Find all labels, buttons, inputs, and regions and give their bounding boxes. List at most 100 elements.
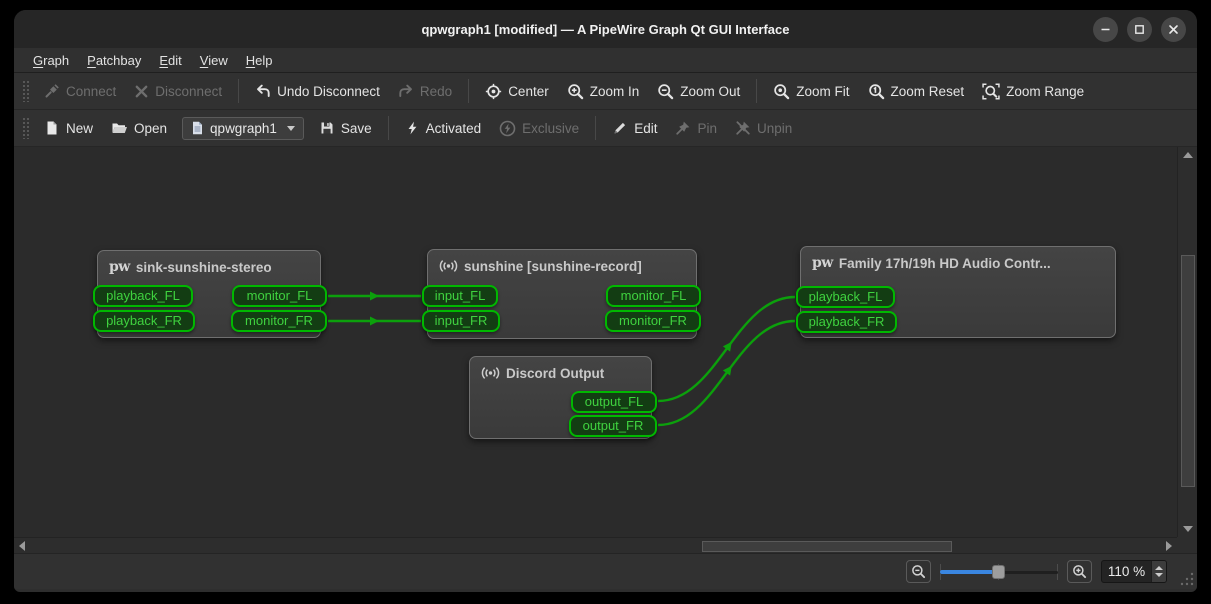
app-window: qpwgraph1 [modified] — A PipeWire Graph … [14, 10, 1197, 592]
port-input-fr[interactable]: input_FR [422, 310, 500, 332]
zoom-out-button[interactable]: Zoom Out [648, 79, 749, 104]
zoom-slider[interactable] [940, 562, 1058, 582]
menu-edit[interactable]: Edit [150, 51, 190, 70]
minimize-icon [1101, 28, 1110, 30]
toolbar-separator [387, 116, 389, 140]
unpin-icon [736, 121, 750, 135]
toolbar-drag-handle[interactable] [22, 117, 29, 139]
port-output-fl[interactable]: output_FL [571, 391, 657, 413]
pin-label: Pin [697, 120, 717, 136]
node-header: pw sink-sunshine-stereo [98, 251, 320, 275]
menu-help[interactable]: Help [237, 51, 282, 70]
close-button[interactable] [1161, 16, 1186, 42]
exclusive-label: Exclusive [522, 120, 580, 136]
save-label: Save [340, 120, 372, 136]
maximize-button[interactable] [1127, 16, 1152, 42]
node-header: sunshine [sunshine-record] [428, 250, 696, 274]
port-input-fl[interactable]: input_FL [422, 285, 498, 307]
zoom-spinbox[interactable]: 110 % [1101, 560, 1167, 583]
port-monitor-fl[interactable]: monitor_FL [606, 285, 701, 307]
activated-bolt-icon [408, 121, 417, 135]
node-header: pw Family 17h/19h HD Audio Contr... [801, 247, 1115, 271]
resize-grip[interactable] [1180, 572, 1194, 586]
node-sunshine[interactable]: sunshine [sunshine-record] input_FL inpu… [422, 249, 701, 339]
edit-pencil-icon [614, 122, 626, 134]
undo-button[interactable]: Undo Disconnect [246, 79, 389, 103]
port-monitor-fl[interactable]: monitor_FL [232, 285, 327, 307]
scroll-left-button[interactable] [14, 538, 30, 553]
zoom-reset-button[interactable]: Zoom Reset [859, 79, 974, 104]
status-zoom-in-button[interactable] [1067, 560, 1092, 583]
spinbox-arrows[interactable] [1151, 561, 1166, 582]
menu-bar: Graph Patchbay Edit View Help [14, 48, 1197, 73]
exclusive-button[interactable]: Exclusive [490, 116, 588, 141]
undo-label: Undo Disconnect [277, 83, 380, 99]
graph-viewport[interactable]: pw sink-sunshine-stereo playback_FL play… [14, 147, 1177, 537]
node-sink-sunshine-stereo[interactable]: pw sink-sunshine-stereo playback_FL play… [93, 250, 327, 338]
zoom-value: 110 % [1107, 564, 1146, 579]
vertical-scrollbar[interactable] [1177, 147, 1197, 537]
node-title: sunshine [sunshine-record] [464, 258, 642, 274]
node-title: sink-sunshine-stereo [135, 259, 272, 275]
menu-help-mnemonic: H [245, 52, 256, 68]
node-header: Discord Output [470, 357, 651, 381]
patchbay-file-icon [193, 121, 203, 135]
undo-icon [257, 84, 270, 97]
scroll-up-button[interactable] [1178, 147, 1197, 163]
node-family-hd-audio[interactable]: pw Family 17h/19h HD Audio Contr... play… [796, 246, 1116, 338]
connect-button[interactable]: Connect [35, 79, 125, 103]
new-button[interactable]: New [35, 116, 102, 140]
disconnect-button[interactable]: Disconnect [125, 80, 231, 103]
arrow-right-icon [1166, 540, 1172, 551]
zoom-range-button[interactable]: Zoom Range [973, 79, 1093, 104]
pin-icon [676, 121, 690, 135]
title-bar[interactable]: qpwgraph1 [modified] — A PipeWire Graph … [14, 10, 1197, 48]
spin-up-icon [1155, 566, 1163, 570]
port-playback-fl[interactable]: playback_FL [796, 286, 895, 308]
port-playback-fr[interactable]: playback_FR [796, 311, 897, 333]
horizontal-scrollbar[interactable] [14, 537, 1177, 553]
minimize-button[interactable] [1093, 16, 1118, 42]
center-button[interactable]: Center [476, 79, 558, 104]
pipewire-icon: pw [109, 259, 130, 275]
vertical-scroll-thumb[interactable] [1181, 255, 1195, 487]
port-output-fr[interactable]: output_FR [569, 415, 657, 437]
center-icon [486, 83, 502, 99]
toolbar-separator [595, 116, 597, 140]
port-playback-fr[interactable]: playback_FR [93, 310, 195, 332]
connect-icon [45, 84, 59, 98]
exclusive-icon [499, 120, 516, 136]
zoom-reset-icon [868, 83, 884, 99]
edit-button[interactable]: Edit [603, 116, 666, 140]
unpin-button[interactable]: Unpin [726, 116, 801, 140]
port-monitor-fr[interactable]: monitor_FR [605, 310, 701, 332]
port-playback-fl[interactable]: playback_FL [93, 285, 193, 307]
port-monitor-fr[interactable]: monitor_FR [231, 310, 327, 332]
open-button[interactable]: Open [102, 116, 176, 140]
status-bar: 110 % [14, 553, 1197, 589]
horizontal-scroll-thumb[interactable] [702, 541, 952, 552]
scroll-right-button[interactable] [1161, 538, 1177, 553]
slider-handle[interactable] [992, 564, 1005, 579]
zoom-fit-button[interactable]: Zoom Fit [764, 79, 858, 104]
node-title: Discord Output [506, 365, 605, 381]
graph-canvas-area: pw sink-sunshine-stereo playback_FL play… [14, 147, 1197, 553]
redo-button[interactable]: Redo [389, 79, 461, 103]
main-toolbar: Connect Disconnect Undo Disconnect Redo … [14, 73, 1197, 110]
zoom-range-label: Zoom Range [1006, 83, 1085, 99]
activated-button[interactable]: Activated [396, 116, 491, 140]
menu-graph-mnemonic: G [33, 52, 44, 68]
pin-button[interactable]: Pin [666, 116, 726, 140]
menu-view[interactable]: View [191, 51, 237, 70]
status-zoom-out-button[interactable] [906, 560, 931, 583]
patchbay-selector[interactable]: qpwgraph1 [182, 116, 304, 140]
zoom-in-button[interactable]: Zoom In [558, 79, 649, 104]
maximize-icon [1135, 24, 1144, 34]
window-title: qpwgraph1 [modified] — A PipeWire Graph … [421, 21, 790, 37]
menu-patchbay[interactable]: Patchbay [78, 51, 150, 70]
toolbar-drag-handle[interactable] [22, 80, 29, 102]
save-button[interactable]: Save [310, 116, 381, 140]
scroll-down-button[interactable] [1178, 521, 1197, 537]
node-discord-output[interactable]: Discord Output output_FL output_FR [469, 356, 657, 439]
menu-graph[interactable]: Graph [24, 51, 78, 70]
